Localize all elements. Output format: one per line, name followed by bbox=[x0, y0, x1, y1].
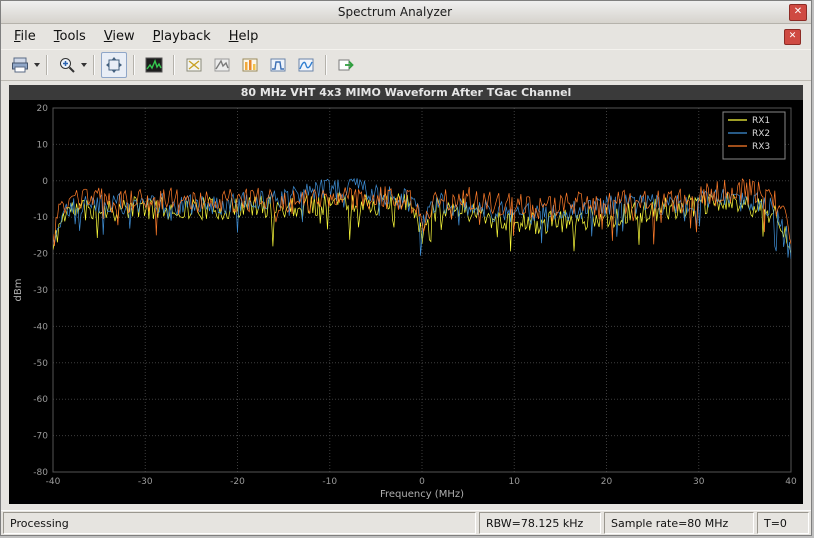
distortion-measurements-button[interactable] bbox=[237, 52, 263, 78]
toolbar-separator bbox=[133, 55, 135, 75]
scale-axes-icon bbox=[105, 56, 123, 74]
svg-text:-20: -20 bbox=[33, 250, 48, 260]
menu-close-button[interactable]: ✕ bbox=[784, 29, 801, 45]
svg-text:-60: -60 bbox=[33, 395, 48, 405]
cursor-measurements-button[interactable] bbox=[181, 52, 207, 78]
peak-finder-button[interactable] bbox=[209, 52, 235, 78]
print-export-button[interactable] bbox=[7, 52, 33, 78]
spectrum-settings-icon bbox=[145, 56, 163, 74]
svg-text:-10: -10 bbox=[33, 213, 48, 223]
statusbar: Processing RBW=78.125 kHz Sample rate=80… bbox=[1, 510, 811, 535]
svg-text:RX3: RX3 bbox=[752, 142, 770, 152]
svg-text:RX1: RX1 bbox=[752, 116, 770, 126]
scale-axes-button[interactable] bbox=[101, 52, 127, 78]
toolbar-separator bbox=[46, 55, 48, 75]
zoom-dropdown-caret[interactable] bbox=[81, 63, 87, 67]
svg-text:Frequency (MHz): Frequency (MHz) bbox=[380, 489, 464, 500]
svg-text:10: 10 bbox=[37, 140, 49, 150]
distortion-measurements-icon bbox=[241, 56, 259, 74]
svg-text:-30: -30 bbox=[33, 286, 48, 296]
menu-file[interactable]: File bbox=[5, 26, 45, 47]
menu-tools[interactable]: Tools bbox=[45, 26, 95, 47]
plot-title: 80 MHz VHT 4x3 MIMO Waveform After TGac … bbox=[9, 85, 803, 100]
channel-measurements-icon bbox=[297, 56, 315, 74]
window-title: Spectrum Analyzer bbox=[1, 5, 789, 19]
export-button-group[interactable] bbox=[7, 52, 40, 78]
spectral-mask-button[interactable] bbox=[265, 52, 291, 78]
export-run-button[interactable] bbox=[333, 52, 359, 78]
export-run-icon bbox=[337, 56, 355, 74]
svg-text:-20: -20 bbox=[230, 477, 245, 487]
svg-text:-40: -40 bbox=[33, 322, 48, 332]
svg-text:-10: -10 bbox=[322, 477, 337, 487]
toolbar-separator bbox=[325, 55, 327, 75]
svg-text:0: 0 bbox=[419, 477, 425, 487]
spectrum-settings-button[interactable] bbox=[141, 52, 167, 78]
window-close-button[interactable]: ✕ bbox=[789, 4, 807, 21]
status-time: T=0 bbox=[757, 512, 809, 534]
status-rbw: RBW=78.125 kHz bbox=[479, 512, 601, 534]
status-processing: Processing bbox=[3, 512, 476, 534]
svg-text:-70: -70 bbox=[33, 432, 48, 442]
zoom-button-group[interactable] bbox=[54, 52, 87, 78]
toolbar-separator bbox=[173, 55, 175, 75]
spectrum-chart-svg: 20100-10-20-30-40-50-60-70-80-40-30-20-1… bbox=[9, 100, 803, 504]
channel-measurements-button[interactable] bbox=[293, 52, 319, 78]
toolbar-separator bbox=[93, 55, 95, 75]
menu-help[interactable]: Help bbox=[220, 26, 268, 47]
svg-text:-40: -40 bbox=[46, 477, 61, 487]
svg-text:10: 10 bbox=[509, 477, 521, 487]
svg-text:-50: -50 bbox=[33, 359, 48, 369]
cursor-measurements-icon bbox=[185, 56, 203, 74]
toolbar bbox=[1, 49, 811, 81]
status-sample-rate: Sample rate=80 MHz bbox=[604, 512, 754, 534]
svg-text:30: 30 bbox=[693, 477, 705, 487]
svg-text:0: 0 bbox=[42, 177, 48, 187]
plot-canvas[interactable]: 20100-10-20-30-40-50-60-70-80-40-30-20-1… bbox=[9, 100, 803, 504]
svg-text:20: 20 bbox=[601, 477, 613, 487]
svg-text:20: 20 bbox=[37, 104, 49, 114]
menu-playback[interactable]: Playback bbox=[144, 26, 220, 47]
menu-view[interactable]: View bbox=[95, 26, 144, 47]
svg-text:dBm: dBm bbox=[13, 279, 24, 302]
spectrum-plot-figure[interactable]: 80 MHz VHT 4x3 MIMO Waveform After TGac … bbox=[9, 85, 803, 504]
svg-text:RX2: RX2 bbox=[752, 129, 770, 139]
spectrum-analyzer-window: Spectrum Analyzer ✕ File Tools View Play… bbox=[0, 0, 812, 536]
zoom-in-icon bbox=[58, 56, 76, 74]
spectral-mask-icon bbox=[269, 56, 287, 74]
svg-text:-30: -30 bbox=[138, 477, 153, 487]
peak-finder-icon bbox=[213, 56, 231, 74]
zoom-in-button[interactable] bbox=[54, 52, 80, 78]
svg-text:40: 40 bbox=[785, 477, 797, 487]
menubar: File Tools View Playback Help ✕ bbox=[1, 24, 811, 49]
print-export-icon bbox=[11, 56, 29, 74]
titlebar[interactable]: Spectrum Analyzer ✕ bbox=[1, 1, 811, 24]
export-dropdown-caret[interactable] bbox=[34, 63, 40, 67]
